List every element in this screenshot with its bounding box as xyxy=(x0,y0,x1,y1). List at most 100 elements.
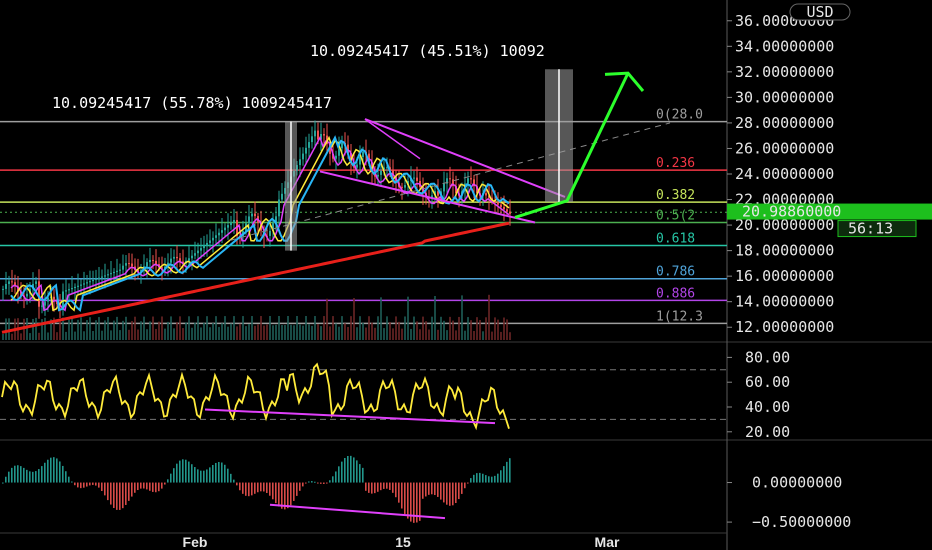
volume-bar xyxy=(266,324,268,340)
volume-bar xyxy=(431,316,433,340)
volume-bar xyxy=(26,318,28,340)
fib-level-label: 0.618 xyxy=(656,232,695,247)
volume-bar xyxy=(179,316,181,340)
macd-histogram-bar xyxy=(404,482,406,515)
macd-histogram-bar xyxy=(236,482,238,486)
macd-histogram-bar xyxy=(368,482,370,493)
volume-bar xyxy=(425,321,427,340)
volume-bar xyxy=(263,325,265,340)
volume-bar xyxy=(203,322,205,340)
macd-histogram-bar xyxy=(83,482,85,488)
candle-body xyxy=(65,290,67,292)
macd-histogram-bar xyxy=(137,482,139,491)
volume-bar xyxy=(488,294,490,340)
macd-histogram-bar xyxy=(14,465,16,483)
volume-bar xyxy=(2,334,4,340)
macd-histogram-bar xyxy=(509,458,511,483)
macd-histogram-bar xyxy=(452,482,454,506)
volume-bar xyxy=(254,325,256,340)
volume-bar xyxy=(128,329,130,340)
volume-bar xyxy=(182,328,184,340)
macd-histogram-bar xyxy=(458,482,460,500)
volume-bar xyxy=(194,322,196,340)
macd-histogram-bar xyxy=(419,482,421,521)
macd-histogram-bar xyxy=(377,482,379,492)
macd-histogram-bar xyxy=(113,482,115,508)
volume-bar xyxy=(80,317,82,340)
y-tick-label: 16.00000000 xyxy=(735,267,834,285)
macd-histogram-bar xyxy=(86,482,88,487)
fib-level-label: 0.236 xyxy=(656,156,695,171)
volume-bar xyxy=(290,324,292,340)
macd-histogram-bar xyxy=(272,482,274,500)
volume-bar xyxy=(239,323,241,340)
volume-bar xyxy=(89,317,91,340)
macd-histogram-bar xyxy=(56,458,58,483)
volume-bar xyxy=(404,316,406,340)
volume-bar xyxy=(143,316,145,340)
volume-bar xyxy=(125,316,127,340)
y-tick-label: 12.00000000 xyxy=(735,318,834,336)
candle-body xyxy=(116,270,118,272)
volume-bar xyxy=(77,319,79,340)
macd-histogram-bar xyxy=(233,479,235,483)
macd-tick-label: −0.50000000 xyxy=(752,513,851,531)
volume-bar xyxy=(452,320,454,340)
candle-body xyxy=(5,283,7,289)
candle-body xyxy=(503,206,505,210)
macd-histogram-bar xyxy=(464,482,466,489)
candle-body xyxy=(404,185,406,188)
volume-bar xyxy=(35,317,37,340)
candle-body xyxy=(131,263,133,267)
candle-body xyxy=(203,245,205,249)
macd-histogram-bar xyxy=(155,482,157,493)
candle-body xyxy=(119,269,121,271)
macd-histogram-bar xyxy=(125,482,127,505)
macd-histogram-bar xyxy=(362,467,364,483)
macd-histogram-bar xyxy=(263,482,265,492)
volume-bar xyxy=(506,319,508,340)
macd-histogram-bar xyxy=(302,482,304,487)
volume-bar xyxy=(8,318,10,340)
volume-bar xyxy=(107,316,109,340)
macd-histogram-bar xyxy=(455,482,457,503)
fib-level-label: 0.382 xyxy=(656,188,695,203)
measure-label-1: 10.09245417 (55.78%) 1009245417 xyxy=(52,94,332,112)
candle-body xyxy=(335,155,337,159)
candle-body xyxy=(308,142,310,148)
volume-bar xyxy=(350,316,352,340)
y-tick-label: 26.00000000 xyxy=(735,139,834,157)
macd-histogram-bar xyxy=(191,464,193,483)
macd-histogram-bar xyxy=(251,482,253,496)
candle-body xyxy=(413,177,415,179)
candle-body xyxy=(95,278,97,280)
macd-histogram-bar xyxy=(200,470,202,483)
volume-bar xyxy=(494,317,496,340)
y-tick-label: 18.00000000 xyxy=(735,242,834,260)
volume-bar xyxy=(137,329,139,340)
volume-bar xyxy=(311,325,313,340)
volume-bar xyxy=(500,331,502,340)
volume-bar xyxy=(341,316,343,340)
macd-histogram-bar xyxy=(107,482,109,501)
macd-histogram-bar xyxy=(221,462,223,483)
macd-histogram-bar xyxy=(476,473,478,483)
macd-histogram-bar xyxy=(473,474,475,483)
volume-bar xyxy=(101,330,103,340)
volume-bar xyxy=(293,325,295,340)
volume-bar xyxy=(122,320,124,340)
macd-histogram-bar xyxy=(380,482,382,491)
volume-bar xyxy=(71,317,73,340)
candle-body xyxy=(149,259,151,263)
volume-bar xyxy=(332,316,334,340)
candle-body xyxy=(101,276,103,278)
volume-bar xyxy=(164,328,166,340)
candle-body xyxy=(41,305,43,307)
volume-bar xyxy=(410,328,412,340)
macd-histogram-bar xyxy=(245,482,247,496)
candle-body xyxy=(305,147,307,154)
volume-bar xyxy=(68,319,70,340)
candle-body xyxy=(8,281,10,284)
macd-histogram-bar xyxy=(254,482,256,494)
volume-bar xyxy=(47,332,49,340)
